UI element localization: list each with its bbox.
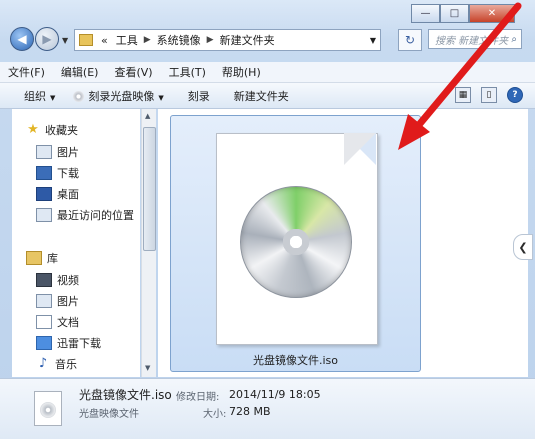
nav-item-label: 图片: [57, 146, 79, 159]
disc-thumbnail-icon: [34, 391, 62, 426]
scroll-up-icon[interactable]: ▲: [145, 112, 150, 120]
preview-pane-icon[interactable]: ▯: [481, 87, 497, 103]
nav-item-label: 图片: [57, 295, 79, 308]
chevron-right-icon[interactable]: ▶: [205, 35, 216, 45]
nav-item-desktop[interactable]: 桌面: [36, 186, 79, 202]
nav-item-label: 视频: [57, 274, 79, 287]
nav-item-label: 最近访问的位置: [57, 209, 134, 222]
chevron-down-icon: ▼: [50, 93, 56, 102]
burn-image-button[interactable]: 刻录光盘映像 ▼: [65, 88, 173, 104]
nav-item-videos[interactable]: 视频: [36, 272, 79, 288]
address-segment-tools[interactable]: 工具: [112, 32, 142, 48]
chevron-left-icon[interactable]: ❮: [513, 234, 533, 260]
nav-item-label: 迅雷下载: [57, 337, 101, 350]
nav-item-thunder-downloads[interactable]: 迅雷下载: [36, 335, 101, 351]
navigation-pane: ★ 收藏夹 图片 下载 桌面 最近访问的位置 库 视频 图片 文档 迅雷下载 ♪ 音: [12, 109, 140, 377]
burn-image-label: 刻录光盘映像: [88, 89, 155, 103]
back-button[interactable]: ◀: [10, 27, 34, 51]
document-icon: [36, 315, 52, 329]
nav-item-label: 桌面: [57, 188, 79, 201]
help-icon[interactable]: ?: [507, 87, 523, 103]
refresh-icon: ↻: [404, 33, 416, 47]
burn-button[interactable]: 刻录: [174, 88, 220, 104]
explorer-window: — □ ✕ ◀ ▶ ▼ « 工具 ▶ 系统镜像 ▶ 新建文件夹 ▼ ↻ 搜索 新…: [0, 0, 535, 439]
organize-button[interactable]: 组织 ▼: [0, 88, 65, 104]
new-folder-button[interactable]: 新建文件夹: [220, 88, 299, 104]
menu-bar: 文件(F) 编辑(E) 查看(V) 工具(T) 帮助(H): [0, 62, 535, 83]
nav-libraries[interactable]: 库: [26, 250, 58, 266]
address-segment-system-image[interactable]: 系统镜像: [153, 32, 205, 48]
music-icon: ♪: [38, 356, 48, 371]
refresh-button[interactable]: ↻: [398, 29, 422, 51]
nav-item-documents[interactable]: 文档: [36, 314, 79, 330]
nav-item-music[interactable]: ♪ 音乐: [36, 356, 77, 372]
address-bar[interactable]: « 工具 ▶ 系统镜像 ▶ 新建文件夹 ▼: [74, 29, 381, 51]
recent-pages-dropdown[interactable]: ▼: [62, 36, 68, 45]
disc-icon: [240, 186, 352, 298]
details-size-value: 728 MB: [229, 405, 271, 418]
details-size-label: 大小:: [203, 409, 227, 420]
desktop-icon: [36, 187, 52, 201]
forward-arrow-icon: ▶: [42, 32, 52, 46]
address-dropdown-icon[interactable]: ▼: [366, 36, 380, 45]
search-icon[interactable]: ⌕: [511, 34, 517, 45]
page-fold: [344, 133, 376, 165]
chevron-right-icon[interactable]: ▶: [142, 35, 153, 45]
change-view-icon[interactable]: ▦: [455, 87, 471, 103]
nav-item-label: 音乐: [55, 358, 77, 371]
view-controls: ▦ ▯ ?: [455, 87, 523, 103]
scrollbar-thumb[interactable]: [143, 127, 156, 251]
menu-help[interactable]: 帮助(H): [214, 64, 269, 80]
nav-favorites-label: 收藏夹: [45, 124, 78, 137]
pictures-icon: [36, 145, 52, 159]
library-icon: [26, 251, 42, 265]
chevron-down-icon: ▼: [158, 93, 164, 102]
nav-item-recent-places[interactable]: 最近访问的位置: [36, 207, 134, 223]
menu-edit[interactable]: 编辑(E): [53, 64, 107, 80]
nav-item-library-pictures[interactable]: 图片: [36, 293, 79, 309]
pictures-icon: [36, 294, 52, 308]
nav-item-label: 下载: [57, 167, 79, 180]
nav-item-downloads[interactable]: 下载: [36, 165, 79, 181]
nav-item-pictures[interactable]: 图片: [36, 144, 79, 160]
back-arrow-icon: ◀: [17, 32, 27, 46]
search-input[interactable]: 搜索 新建文件夹 ⌕: [428, 29, 522, 49]
forward-button[interactable]: ▶: [35, 27, 59, 51]
recent-places-icon: [36, 208, 52, 222]
menu-tools[interactable]: 工具(T): [161, 64, 214, 80]
file-name-label: 光盘镜像文件.iso: [252, 354, 338, 367]
address-segment-new-folder[interactable]: 新建文件夹: [216, 32, 279, 48]
menu-view[interactable]: 查看(V): [106, 64, 160, 80]
window-controls: — □ ✕: [411, 4, 515, 23]
maximize-button[interactable]: □: [440, 4, 469, 23]
details-modified-label: 修改日期:: [176, 392, 220, 403]
downloads-icon: [36, 166, 52, 180]
details-file-name: 光盘镜像文件.iso: [79, 388, 172, 402]
disc-icon: [73, 91, 85, 102]
nav-item-label: 文档: [57, 316, 79, 329]
nav-libraries-label: 库: [47, 252, 58, 265]
minimize-button[interactable]: —: [411, 4, 440, 23]
video-icon: [36, 273, 52, 287]
organize-label: 组织: [24, 89, 46, 103]
menu-file[interactable]: 文件(F): [0, 64, 53, 80]
close-button[interactable]: ✕: [469, 4, 515, 23]
folder-icon: [79, 34, 93, 46]
thunder-download-icon: [36, 336, 52, 350]
scroll-down-icon[interactable]: ▼: [145, 364, 150, 372]
details-modified-value: 2014/11/9 18:05: [229, 388, 321, 401]
nav-favorites[interactable]: ★ 收藏夹: [26, 122, 78, 138]
address-overflow[interactable]: «: [97, 34, 112, 47]
search-placeholder: 搜索 新建文件夹: [435, 35, 509, 47]
details-file-type: 光盘映像文件: [79, 409, 139, 420]
nav-scrollbar[interactable]: ▲ ▼: [141, 109, 156, 377]
star-icon: ★: [27, 122, 39, 137]
